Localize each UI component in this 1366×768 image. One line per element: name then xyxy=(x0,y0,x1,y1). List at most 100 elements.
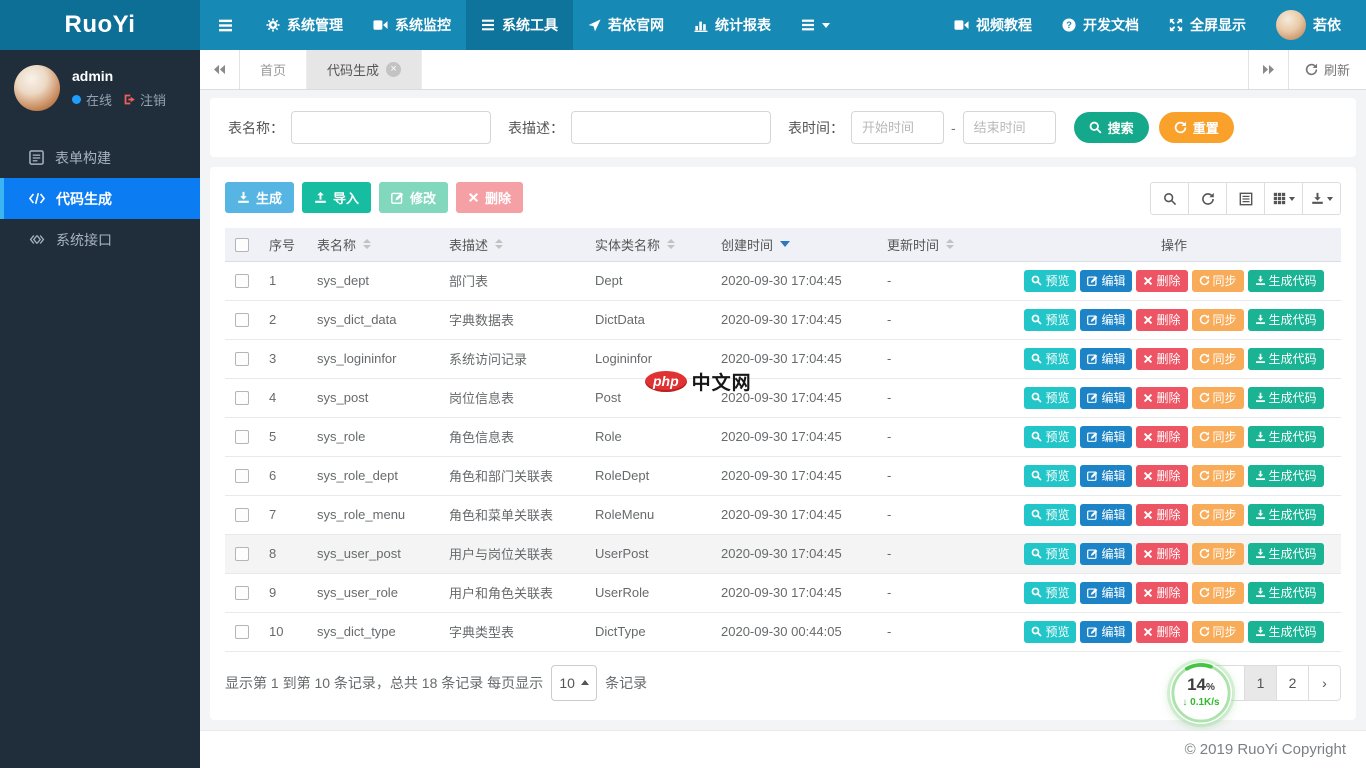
row-delete-button[interactable]: 删除 xyxy=(1136,387,1187,409)
row-preview-button[interactable]: 预览 xyxy=(1024,504,1076,526)
page-size-dropdown[interactable]: 10 xyxy=(551,665,597,701)
import-button[interactable]: 导入 xyxy=(302,182,371,213)
row-edit-button[interactable]: 编辑 xyxy=(1080,582,1132,604)
row-edit-button[interactable]: 编辑 xyxy=(1080,504,1132,526)
row-generate-code-button[interactable]: 生成代码 xyxy=(1248,309,1324,331)
row-preview-button[interactable]: 预览 xyxy=(1024,465,1076,487)
row-delete-button[interactable]: 删除 xyxy=(1136,426,1187,448)
start-time-input[interactable] xyxy=(851,111,944,144)
nav-user-menu[interactable]: 若依 xyxy=(1261,0,1356,50)
row-checkbox[interactable] xyxy=(235,391,249,405)
row-preview-button[interactable]: 预览 xyxy=(1024,309,1076,331)
row-sync-button[interactable]: 同步 xyxy=(1192,309,1244,331)
row-edit-button[interactable]: 编辑 xyxy=(1080,465,1132,487)
table-desc-input[interactable] xyxy=(571,111,771,144)
row-checkbox[interactable] xyxy=(235,586,249,600)
nav-item-official-site[interactable]: 若依官网 xyxy=(573,0,679,50)
avatar[interactable] xyxy=(14,65,60,111)
row-checkbox[interactable] xyxy=(235,352,249,366)
row-edit-button[interactable]: 编辑 xyxy=(1080,270,1132,292)
column-header-entity[interactable]: 实体类名称 xyxy=(587,228,713,261)
search-button[interactable]: 搜索 xyxy=(1074,112,1149,143)
table-export-button[interactable] xyxy=(1302,182,1341,215)
row-delete-button[interactable]: 删除 xyxy=(1136,582,1187,604)
tab-code-generation[interactable]: 代码生成 xyxy=(307,50,422,89)
sidebar-item-system-api[interactable]: 系统接口 xyxy=(0,219,200,260)
nav-item-statistics[interactable]: 统计报表 xyxy=(679,0,786,50)
table-columns-button[interactable] xyxy=(1264,182,1303,215)
row-preview-button[interactable]: 预览 xyxy=(1024,621,1076,643)
row-checkbox[interactable] xyxy=(235,274,249,288)
row-delete-button[interactable]: 删除 xyxy=(1136,465,1187,487)
table-detail-view-button[interactable] xyxy=(1226,182,1265,215)
column-header-desc[interactable]: 表描述 xyxy=(441,228,587,261)
row-edit-button[interactable]: 编辑 xyxy=(1080,348,1132,370)
row-generate-code-button[interactable]: 生成代码 xyxy=(1248,465,1324,487)
row-sync-button[interactable]: 同步 xyxy=(1192,504,1244,526)
row-checkbox[interactable] xyxy=(235,430,249,444)
row-generate-code-button[interactable]: 生成代码 xyxy=(1248,387,1324,409)
row-delete-button[interactable]: 删除 xyxy=(1136,309,1187,331)
row-generate-code-button[interactable]: 生成代码 xyxy=(1248,426,1324,448)
row-edit-button[interactable]: 编辑 xyxy=(1080,387,1132,409)
row-checkbox[interactable] xyxy=(235,547,249,561)
select-all-checkbox[interactable] xyxy=(235,238,249,252)
table-search-toggle-button[interactable] xyxy=(1150,182,1189,215)
row-checkbox[interactable] xyxy=(235,508,249,522)
sidebar-item-form-builder[interactable]: 表单构建 xyxy=(0,137,200,178)
row-delete-button[interactable]: 删除 xyxy=(1136,270,1187,292)
reset-button[interactable]: 重置 xyxy=(1159,112,1234,143)
column-header-name[interactable]: 表名称 xyxy=(309,228,441,261)
refresh-tab-button[interactable]: 刷新 xyxy=(1288,50,1366,89)
row-preview-button[interactable]: 预览 xyxy=(1024,582,1076,604)
table-refresh-button[interactable] xyxy=(1188,182,1227,215)
nav-item-video-tutorial[interactable]: 视频教程 xyxy=(939,0,1047,50)
row-sync-button[interactable]: 同步 xyxy=(1192,582,1244,604)
column-header-updated[interactable]: 更新时间 xyxy=(879,228,1007,261)
row-checkbox[interactable] xyxy=(235,469,249,483)
row-generate-code-button[interactable]: 生成代码 xyxy=(1248,543,1324,565)
row-sync-button[interactable]: 同步 xyxy=(1192,387,1244,409)
sidebar-toggle-button[interactable] xyxy=(200,0,251,50)
tabs-scroll-left-button[interactable] xyxy=(200,50,240,89)
next-page-button[interactable]: › xyxy=(1308,665,1341,701)
nav-item-system-monitor[interactable]: 系统监控 xyxy=(358,0,466,50)
row-edit-button[interactable]: 编辑 xyxy=(1080,543,1132,565)
column-header-created[interactable]: 创建时间 xyxy=(713,228,879,261)
logout-button[interactable]: 注销 xyxy=(123,90,166,109)
nav-item-system-manage[interactable]: 系统管理 xyxy=(251,0,358,50)
row-generate-code-button[interactable]: 生成代码 xyxy=(1248,582,1324,604)
end-time-input[interactable] xyxy=(963,111,1056,144)
row-delete-button[interactable]: 删除 xyxy=(1136,504,1187,526)
row-generate-code-button[interactable]: 生成代码 xyxy=(1248,348,1324,370)
row-checkbox[interactable] xyxy=(235,313,249,327)
delete-button[interactable]: 删除 xyxy=(456,182,523,213)
table-name-input[interactable] xyxy=(291,111,491,144)
tabs-scroll-right-button[interactable] xyxy=(1248,50,1288,89)
row-delete-button[interactable]: 删除 xyxy=(1136,348,1187,370)
nav-item-fullscreen[interactable]: 全屏显示 xyxy=(1154,0,1261,50)
row-generate-code-button[interactable]: 生成代码 xyxy=(1248,270,1324,292)
row-edit-button[interactable]: 编辑 xyxy=(1080,309,1132,331)
row-preview-button[interactable]: 预览 xyxy=(1024,543,1076,565)
row-sync-button[interactable]: 同步 xyxy=(1192,426,1244,448)
row-checkbox[interactable] xyxy=(235,625,249,639)
row-preview-button[interactable]: 预览 xyxy=(1024,270,1076,292)
row-preview-button[interactable]: 预览 xyxy=(1024,426,1076,448)
nav-item-system-tools[interactable]: 系统工具 xyxy=(466,0,573,50)
row-generate-code-button[interactable]: 生成代码 xyxy=(1248,504,1324,526)
row-preview-button[interactable]: 预览 xyxy=(1024,348,1076,370)
page-button-2[interactable]: 2 xyxy=(1276,665,1309,701)
row-sync-button[interactable]: 同步 xyxy=(1192,465,1244,487)
download-progress-widget[interactable]: 14% ↓ 0.1K/s xyxy=(1170,662,1232,724)
nav-more-menu[interactable] xyxy=(786,0,845,50)
tab-home[interactable]: 首页 xyxy=(240,50,307,89)
close-icon[interactable] xyxy=(386,62,401,77)
row-preview-button[interactable]: 预览 xyxy=(1024,387,1076,409)
row-sync-button[interactable]: 同步 xyxy=(1192,270,1244,292)
row-sync-button[interactable]: 同步 xyxy=(1192,348,1244,370)
row-generate-code-button[interactable]: 生成代码 xyxy=(1248,621,1324,643)
row-delete-button[interactable]: 删除 xyxy=(1136,543,1187,565)
row-edit-button[interactable]: 编辑 xyxy=(1080,621,1132,643)
modify-button[interactable]: 修改 xyxy=(379,182,448,213)
